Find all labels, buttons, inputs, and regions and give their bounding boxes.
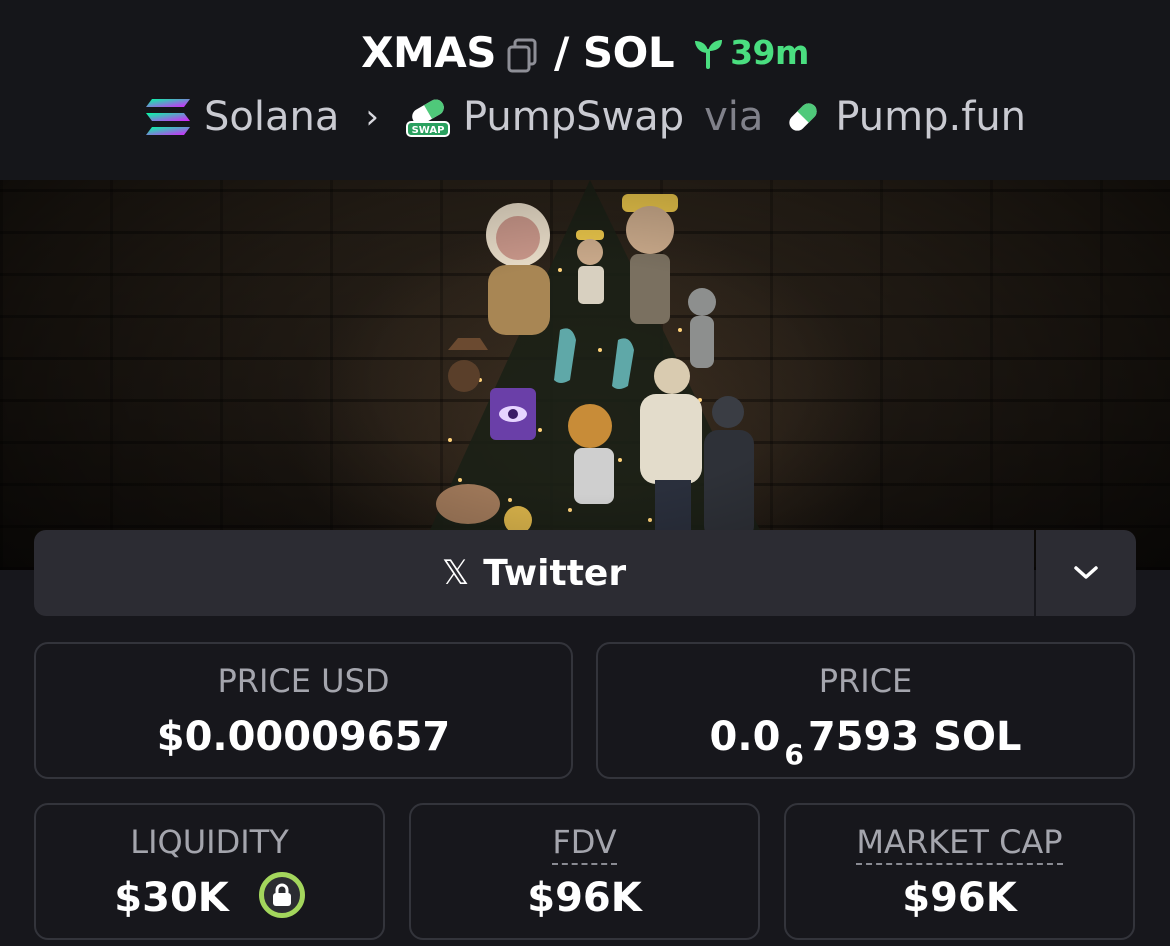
- price-native-label: PRICE: [818, 662, 913, 700]
- chevron-right-icon: ›: [365, 97, 379, 137]
- quote-symbol: SOL: [582, 28, 675, 77]
- x-icon: 𝕏: [441, 553, 470, 593]
- fdv-card: FDV $96K: [409, 803, 760, 940]
- price-native-card: PRICE 0.0 6 7593 SOL: [596, 642, 1135, 779]
- pumpswap-icon-text: SWAP: [412, 125, 445, 136]
- price-native-prefix: 0.0: [709, 714, 781, 760]
- pair-title: XMAS / SOL 39m: [0, 28, 1170, 77]
- liquidity-card: LIQUIDITY $30K: [34, 803, 385, 940]
- pair-separator: /: [554, 28, 569, 77]
- solana-icon: [144, 97, 192, 137]
- token-banner-image: [0, 180, 1170, 570]
- age-value: 39m: [730, 33, 809, 72]
- twitter-label: Twitter: [483, 552, 627, 594]
- liquidity-label: LIQUIDITY: [130, 823, 289, 861]
- breadcrumb: Solana › SWAP PumpSwap via Pump.fun: [0, 94, 1170, 140]
- chain-link[interactable]: Solana: [204, 94, 339, 140]
- sprout-icon: [695, 39, 723, 69]
- liquidity-value: $30K: [114, 875, 229, 921]
- price-usd-value: $0.00009657: [156, 714, 451, 760]
- pill-icon: [783, 97, 823, 137]
- price-native-suffix: 7593 SOL: [807, 714, 1022, 760]
- via-label: via: [704, 94, 764, 140]
- price-usd-card: PRICE USD $0.00009657: [34, 642, 573, 779]
- market-cap-card: MARKET CAP $96K: [784, 803, 1135, 940]
- pair-age: 39m: [692, 33, 809, 72]
- copy-icon[interactable]: [506, 35, 540, 72]
- fdv-label[interactable]: FDV: [552, 823, 617, 865]
- twitter-link-button[interactable]: 𝕏 Twitter: [34, 530, 1034, 616]
- liquidity-value-row: $30K: [36, 872, 383, 923]
- links-dropdown-button[interactable]: [1036, 530, 1136, 616]
- pair-header: XMAS / SOL 39m Solana › SWAP PumpSwap vi…: [0, 0, 1170, 180]
- dex-link[interactable]: PumpSwap: [463, 94, 684, 140]
- price-usd-label: PRICE USD: [217, 662, 390, 700]
- chevron-down-icon: [1074, 566, 1098, 579]
- fdv-value: $96K: [527, 875, 642, 921]
- price-native-value: 0.0 6 7593 SOL: [598, 714, 1133, 771]
- launchpad-link[interactable]: Pump.fun: [835, 94, 1026, 140]
- base-symbol: XMAS: [361, 28, 497, 77]
- market-cap-label[interactable]: MARKET CAP: [856, 823, 1063, 865]
- price-native-subscript: 6: [784, 738, 804, 771]
- market-cap-value: $96K: [902, 875, 1017, 921]
- lock-icon[interactable]: [258, 872, 305, 918]
- pumpswap-icon: SWAP: [405, 96, 451, 138]
